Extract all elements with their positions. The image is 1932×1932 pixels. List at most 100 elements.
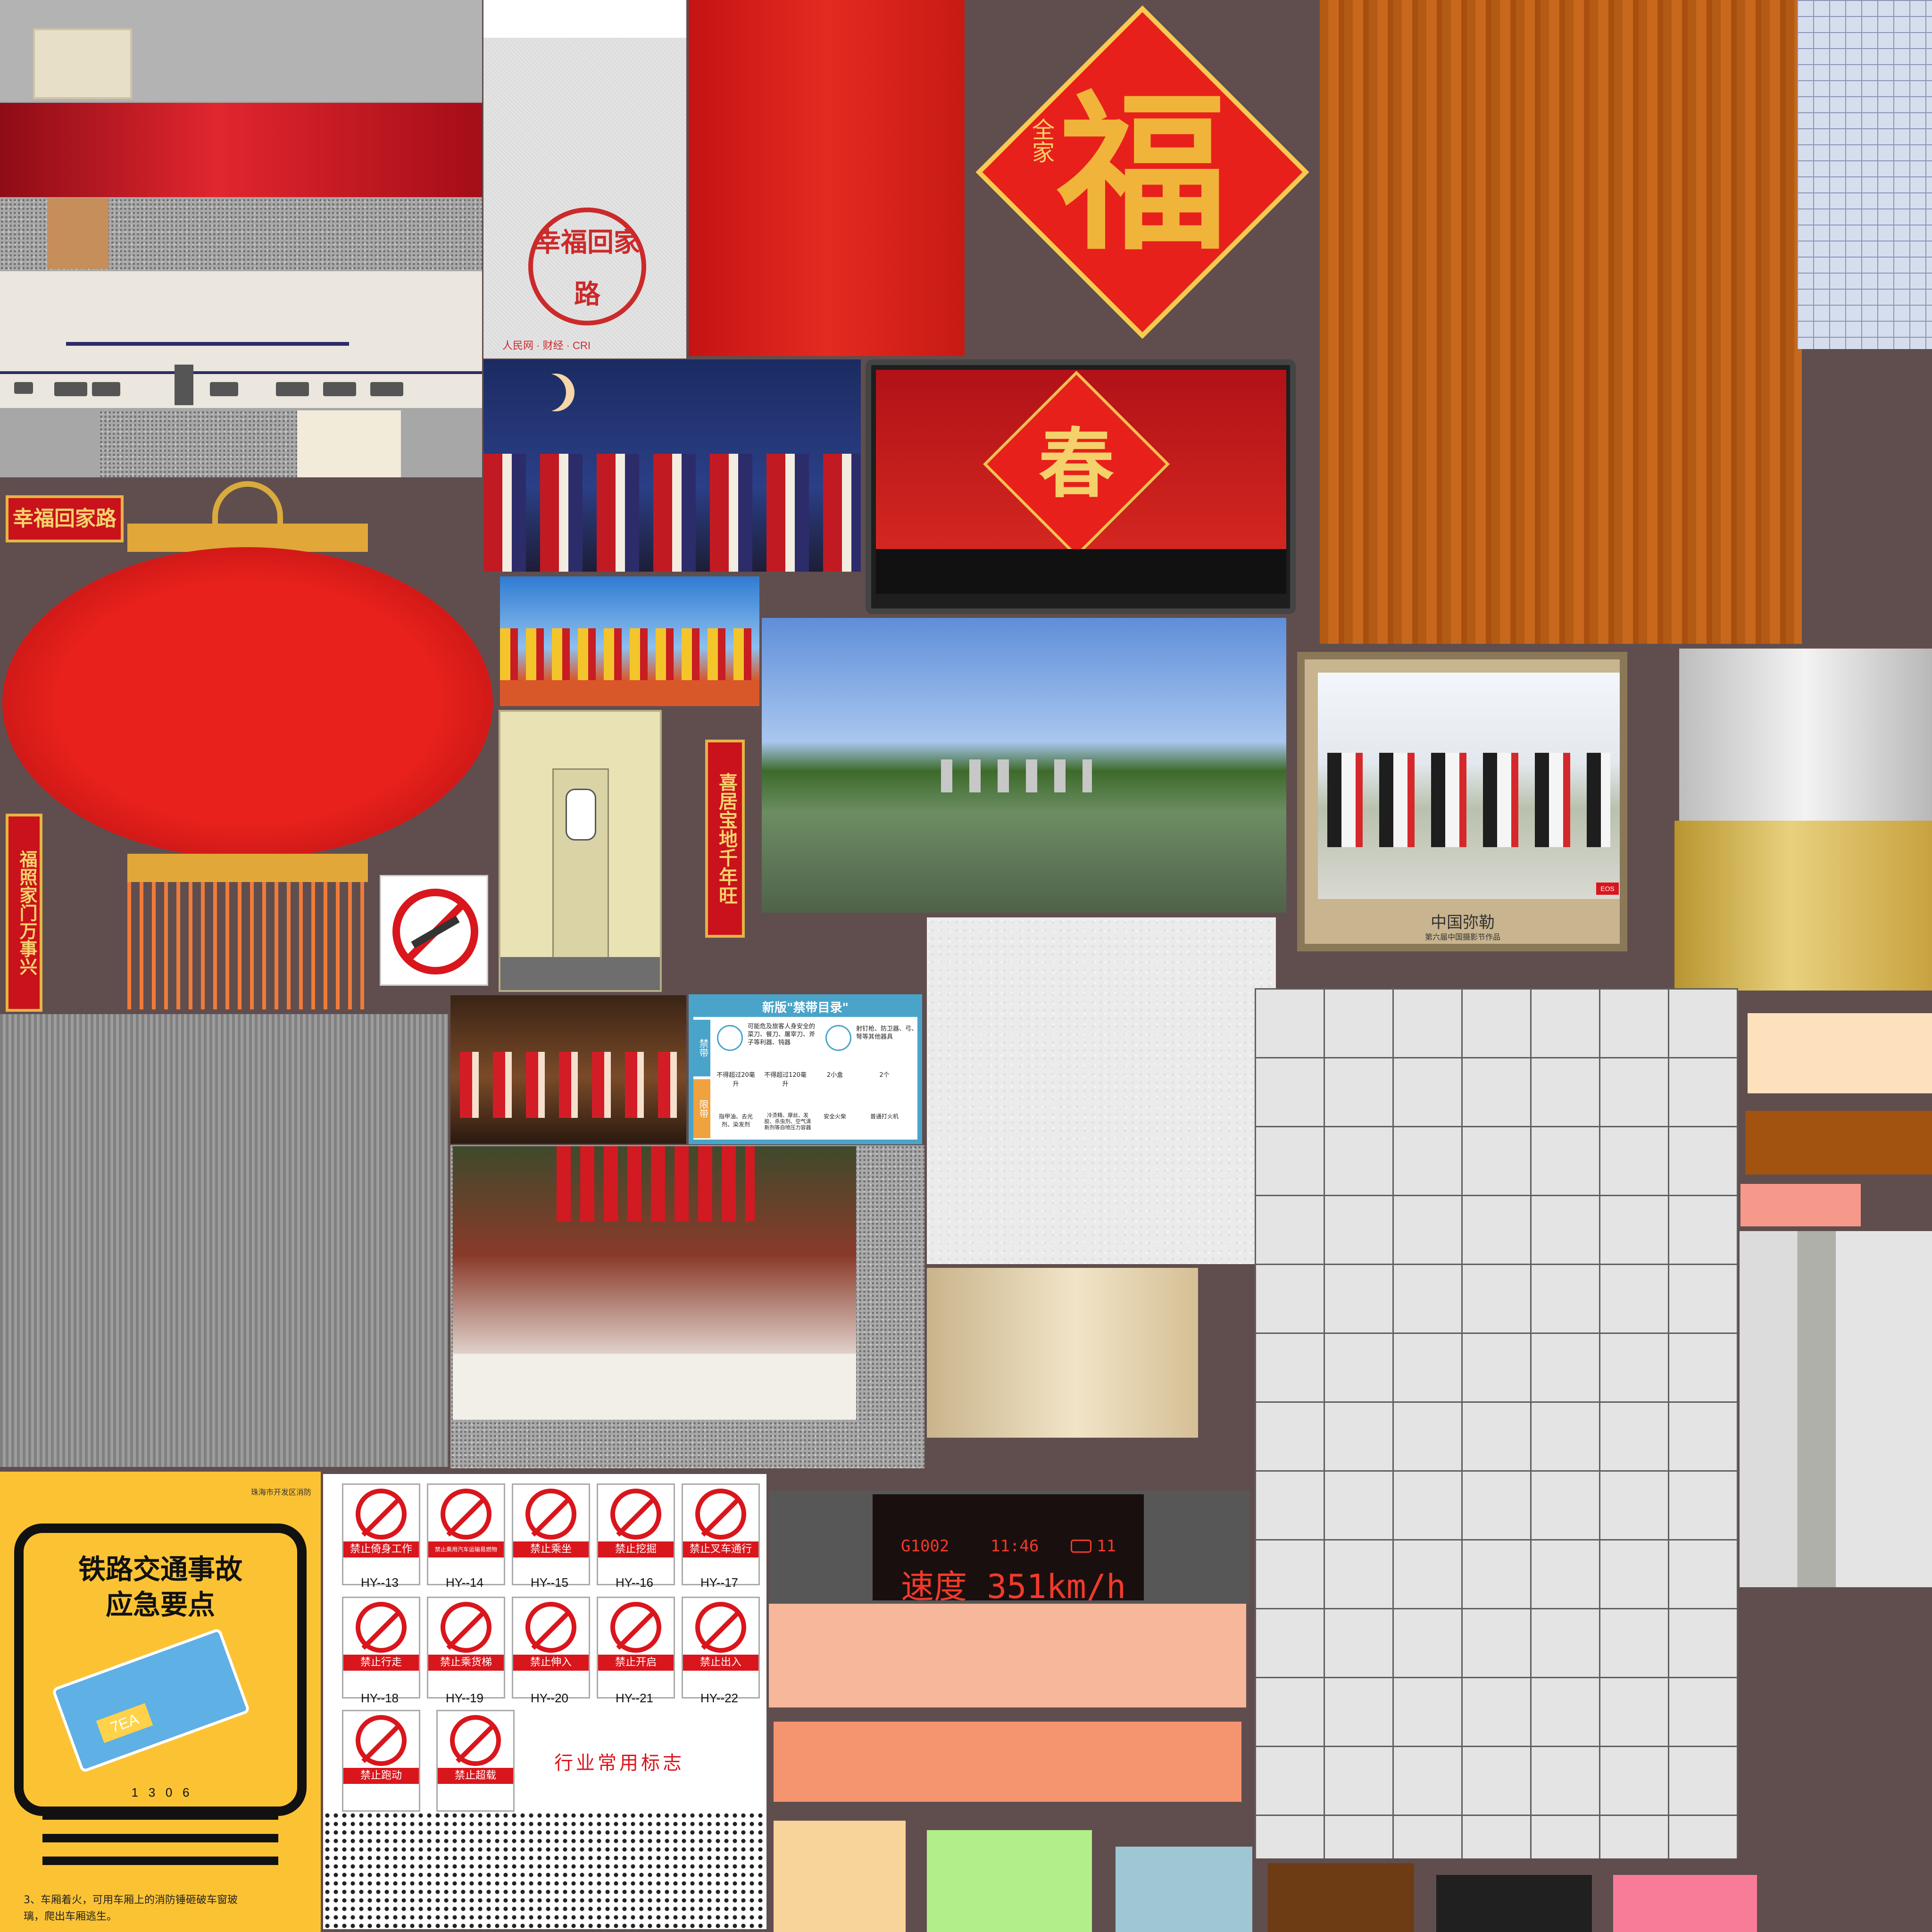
swatch-light-orange bbox=[774, 1821, 906, 1932]
wood-grain-texture bbox=[1320, 0, 1802, 644]
no-smoking-sign bbox=[380, 875, 488, 986]
sign-label: 禁止挖掘 bbox=[598, 1541, 674, 1557]
sign-code: HY--16 bbox=[616, 1575, 653, 1590]
grey-column-texture bbox=[1740, 1231, 1932, 1587]
limit-2-bottom: 冷烫精、摩丝、发胶、杀虫剂、空气清新剂等自喷压力容器 bbox=[764, 1112, 811, 1131]
sign-label: 禁止超载 bbox=[438, 1768, 513, 1784]
entrance-door bbox=[33, 28, 132, 99]
sign-label: 禁止开启 bbox=[598, 1655, 674, 1671]
swatch-black bbox=[1436, 1875, 1592, 1932]
limit-4-bottom: 普通打火机 bbox=[870, 1113, 899, 1120]
sign-code: HY--15 bbox=[531, 1575, 568, 1590]
contraband-title: 新版"禁带目录" bbox=[693, 999, 917, 1017]
train-corridor-photo bbox=[499, 710, 662, 992]
tag-forbidden: 禁带 bbox=[693, 1020, 710, 1076]
swatch-cream bbox=[1748, 1013, 1932, 1093]
swatch-rust bbox=[1745, 1111, 1932, 1174]
sign-no-overload: 禁止超载 bbox=[436, 1710, 515, 1812]
sign-label: 禁止出入 bbox=[683, 1655, 758, 1671]
ballet-stage-photo bbox=[450, 995, 686, 1144]
brushed-gold-texture bbox=[1674, 821, 1932, 991]
sign-label: 禁止叉车通行 bbox=[683, 1541, 758, 1557]
signs-caption: 行业常用标志 bbox=[554, 1752, 684, 1774]
swatch-light-blue bbox=[1116, 1847, 1252, 1932]
limit-1-bottom: 指甲油、去光剂、染发剂 bbox=[718, 1113, 753, 1128]
eos-tag: EOS bbox=[1596, 883, 1619, 895]
couplet-right: 喜居宝地千年旺 bbox=[705, 740, 745, 938]
swatch-brown bbox=[1268, 1863, 1414, 1932]
perforated-panel bbox=[323, 1811, 766, 1929]
lake-park-photo bbox=[762, 618, 1286, 913]
poster-org: 珠海市开发区消防 bbox=[250, 1488, 311, 1497]
ticket-numbers: 1 3 0 6 bbox=[131, 1785, 190, 1799]
limit-3-top: 2小盒 bbox=[826, 1072, 843, 1079]
sign-label: 禁止乘货梯 bbox=[428, 1655, 504, 1671]
poster-logos: 人民网 · 财经 · CRI bbox=[502, 340, 591, 351]
red-fabric-texture bbox=[689, 0, 965, 356]
tv-stage-screen: 春 bbox=[866, 359, 1296, 614]
sign-code: HY--21 bbox=[616, 1691, 653, 1705]
fu-diamond-decoration: 福 全家 bbox=[968, 0, 1317, 351]
sign-hy22: 禁止出入 bbox=[682, 1597, 760, 1699]
sign-hy18: 禁止行走 bbox=[342, 1597, 420, 1699]
limit-4-top: 2个 bbox=[879, 1072, 890, 1079]
snowy-lantern-forest-photo bbox=[453, 1146, 856, 1420]
sign-hy20: 禁止伸入 bbox=[512, 1597, 590, 1699]
wood-door bbox=[47, 198, 108, 269]
ticket-code: 7EA bbox=[96, 1703, 153, 1743]
swatch-peach bbox=[769, 1604, 1246, 1707]
swatch-salmon bbox=[774, 1722, 1241, 1802]
sign-label: 禁止倚身工作 bbox=[343, 1541, 419, 1557]
sign-label: 禁止乘坐 bbox=[513, 1541, 589, 1557]
sign-hy19: 禁止乘货梯 bbox=[427, 1597, 505, 1699]
industry-sign-sheet: 禁止倚身工作 禁止乘用汽车运输易燃物 禁止乘坐 禁止挖掘 禁止叉车通行 HY--… bbox=[323, 1474, 766, 1929]
miloh-framed-photo: EOS 中国弥勒 第六届中国摄影节作品 bbox=[1297, 652, 1627, 951]
dance-troupe-photo bbox=[500, 576, 759, 706]
miloh-caption: 中国弥勒 bbox=[1431, 913, 1495, 932]
limit-3-bottom: 安全火柴 bbox=[823, 1113, 846, 1120]
swatch-light-green bbox=[927, 1830, 1092, 1932]
contraband-row1-b: 射钉枪、防卫器、弓、弩等其他器具 bbox=[856, 1025, 917, 1041]
train-time: 11:46 bbox=[991, 1537, 1039, 1556]
train-number: G1002 bbox=[901, 1537, 949, 1556]
speckled-panel bbox=[99, 410, 297, 477]
swatch-pink bbox=[1613, 1875, 1757, 1932]
sign-label: 禁止伸入 bbox=[513, 1655, 589, 1671]
train-car-number: 11 bbox=[1097, 1537, 1116, 1556]
railway-safety-poster: 珠海市开发区消防 铁路交通事故 应急要点 7EA 1 3 0 6 3、车厢着火，… bbox=[0, 1472, 321, 1932]
train-display-panel: G1002 11:46 11 速度 351km/h bbox=[769, 1491, 1250, 1604]
miloh-subcaption: 第六届中国摄影节作品 bbox=[1424, 933, 1500, 941]
poster-title-1: 铁路交通事故 bbox=[78, 1553, 242, 1585]
station-facade-texture bbox=[0, 0, 482, 477]
beige-gradient-texture bbox=[927, 1268, 1198, 1438]
sign-code: HY--13 bbox=[361, 1575, 399, 1590]
sign-code: HY--22 bbox=[700, 1691, 738, 1705]
cream-wall bbox=[0, 271, 482, 408]
sign-code: HY--17 bbox=[700, 1575, 738, 1590]
sign-label: 禁止跑动 bbox=[343, 1768, 419, 1784]
ethnic-dance-photo bbox=[483, 359, 861, 572]
sign-hy15: 禁止乘坐 bbox=[512, 1483, 590, 1585]
sign-code: HY--19 bbox=[446, 1691, 483, 1705]
sign-hy17: 禁止叉车通行 bbox=[682, 1483, 760, 1585]
sign-code: HY--14 bbox=[446, 1575, 483, 1590]
brushed-steel-texture bbox=[1679, 649, 1932, 821]
red-festive-banner bbox=[0, 103, 482, 197]
sign-code: HY--20 bbox=[531, 1691, 568, 1705]
sign-hy13: 禁止倚身工作 bbox=[342, 1483, 420, 1585]
papercut-emblem: 幸福回家路 bbox=[528, 208, 646, 325]
contraband-row1-a: 可能危及旅客人身安全的菜刀、餐刀、屠宰刀、斧子等利器、钝器 bbox=[748, 1023, 816, 1046]
sign-hy14: 禁止乘用汽车运输易燃物 bbox=[427, 1483, 505, 1585]
sign-code: HY--18 bbox=[361, 1691, 399, 1705]
limit-2-top: 不得超过120毫升 bbox=[764, 1072, 807, 1088]
poster-title-2: 应急要点 bbox=[105, 1589, 215, 1621]
tag-limited: 限带 bbox=[693, 1079, 710, 1138]
chun-character: 春 bbox=[1038, 420, 1114, 508]
train-speed: 速度 351km/h bbox=[901, 1567, 1126, 1600]
sign-label: 禁止乘用汽车运输易燃物 bbox=[428, 1541, 504, 1557]
corrugated-metal-texture bbox=[0, 1014, 448, 1467]
poster-body-1: 3、车厢着火，可用车厢上的消防锤砸破车窗玻 bbox=[24, 1894, 238, 1906]
stone-tile-grid bbox=[1255, 988, 1738, 1858]
papercut-poster: 幸福回家路 人民网 · 财经 · CRI bbox=[483, 0, 686, 358]
white-stucco-texture bbox=[927, 917, 1276, 1264]
